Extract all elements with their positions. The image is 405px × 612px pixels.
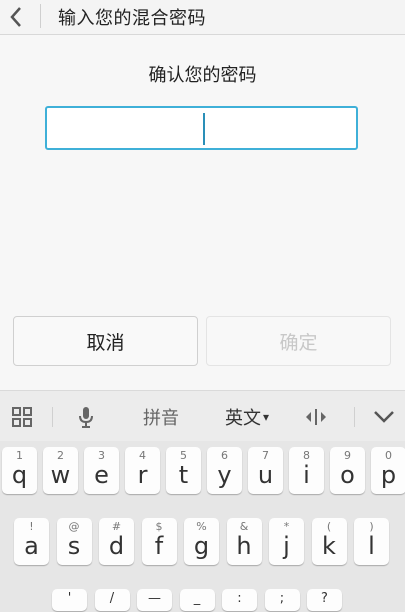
toolbar-divider (354, 407, 355, 427)
key-symbol[interactable]: _ (179, 589, 215, 611)
microphone-icon (79, 406, 93, 428)
key-symbol[interactable]: ; (264, 589, 300, 611)
keyboard-menu-button[interactable] (4, 391, 40, 442)
english-mode-label: 英文 (224, 407, 261, 429)
key-g[interactable]: % g (184, 518, 219, 565)
key-label: ' (67, 591, 72, 606)
key-h[interactable]: & h (226, 518, 262, 565)
key-label: — (148, 591, 161, 606)
key-label: g (193, 532, 210, 560)
key-k[interactable]: (k (311, 518, 347, 565)
header-divider (40, 4, 41, 28)
chevron-left-icon (10, 7, 21, 27)
key-t[interactable]: 5t (166, 447, 201, 494)
key-label: u (257, 461, 274, 489)
pinyin-mode-button[interactable]: 拼音 (131, 391, 191, 442)
keyboard-toolbar: 拼音 英文 ▾ (0, 390, 405, 442)
english-mode-button[interactable]: 英文 ▾ (216, 391, 278, 442)
key-label: / (109, 591, 115, 606)
password-input[interactable] (45, 106, 358, 150)
key-label: ? (321, 591, 328, 606)
key-label: h (236, 532, 252, 560)
key-label: q (11, 461, 28, 489)
key-l[interactable]: ) l (354, 518, 389, 565)
key-p[interactable]: 0p (371, 447, 405, 494)
key-label: w (50, 461, 71, 489)
cancel-button[interactable]: 取消 (13, 316, 198, 366)
key-symbol[interactable]: ? (307, 589, 342, 611)
key-symbol[interactable]: ' (52, 589, 87, 611)
voice-input-button[interactable] (70, 391, 102, 442)
key-symbol[interactable]: / (94, 589, 130, 611)
title-bar: 输入您的混合密码 (0, 0, 405, 35)
key-o[interactable]: 9o (330, 447, 365, 494)
key-label: i (303, 461, 310, 489)
chevron-down-small-icon: ▾ (262, 409, 270, 424)
key-label: : (237, 591, 242, 606)
key-a[interactable]: ! a (14, 518, 49, 565)
chevron-down-icon (374, 410, 394, 423)
toolbar-divider (52, 407, 53, 427)
key-label: p (380, 461, 397, 489)
key-u[interactable]: 7u (248, 447, 283, 494)
key-label: y (217, 461, 232, 489)
back-button[interactable] (0, 0, 32, 34)
key-symbol[interactable]: — (137, 589, 172, 611)
page-title: 输入您的混合密码 (58, 8, 206, 29)
confirm-button[interactable]: 确定 (206, 316, 391, 366)
key-y[interactable]: 6y (207, 447, 242, 494)
key-label: ; (279, 591, 285, 606)
key-label: k (322, 532, 336, 560)
key-symbol[interactable]: : (222, 589, 257, 611)
key-w[interactable]: 2w (43, 447, 78, 494)
key-label: o (340, 461, 355, 489)
key-label: r (137, 461, 148, 489)
key-label: t (178, 461, 189, 489)
key-label: e (94, 461, 109, 489)
hide-keyboard-button[interactable] (366, 391, 402, 442)
key-e[interactable]: 3e (84, 447, 119, 494)
key-label: s (67, 532, 81, 560)
key-d[interactable]: # d (99, 518, 134, 565)
cursor-move-button[interactable] (298, 391, 334, 442)
key-label: _ (193, 591, 201, 606)
key-label: j (283, 532, 290, 560)
confirm-password-label: 确认您的密码 (148, 65, 257, 86)
key-i[interactable]: 8i (289, 447, 324, 494)
key-label: f (154, 532, 164, 560)
key-j[interactable]: * j (269, 518, 304, 565)
grid-icon (12, 406, 32, 427)
key-label: l (368, 532, 375, 560)
key-label: d (108, 532, 125, 560)
key-q[interactable]: 1q (2, 447, 37, 494)
key-s[interactable]: @ s (56, 518, 92, 565)
key-label: a (24, 532, 39, 560)
keyboard-keys: 1q2w3e4r5t6y7u8i9o0p ! a @ s # d $ f% g & h * j(k) l … (0, 441, 405, 612)
text-cursor (203, 113, 205, 145)
key-f[interactable]: $ f (141, 518, 177, 565)
key-r[interactable]: 4r (125, 447, 160, 494)
cursor-move-icon (306, 408, 326, 425)
